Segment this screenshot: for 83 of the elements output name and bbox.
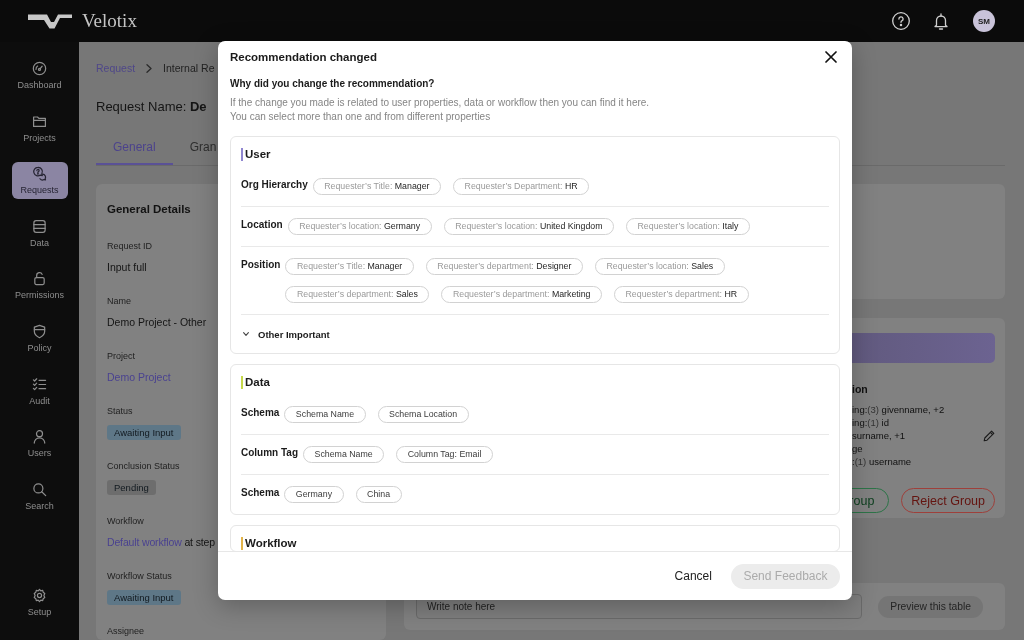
nav-item[interactable]: Requests: [11, 162, 68, 200]
avatar-button[interactable]: SM: [973, 10, 995, 32]
pencil-icon[interactable]: [983, 429, 995, 442]
filter-chip[interactable]: Schema Name: [303, 446, 385, 463]
filter-chip[interactable]: Requester’s location: United Kingdom: [443, 218, 614, 235]
filter-chip[interactable]: Requester’s location: Italy: [626, 218, 750, 235]
question-text: Why did you change the recommendation?: [230, 77, 435, 91]
section-title: Data: [245, 375, 270, 389]
status-badge: Pending: [107, 480, 156, 495]
dialog-title: Recommendation changed: [230, 50, 377, 65]
filter-chip[interactable]: Requester’s Title: Manager: [312, 178, 442, 195]
filter-chip[interactable]: Requester’s Title: Manager: [285, 258, 414, 275]
close-icon[interactable]: [825, 51, 837, 63]
expand-toggle[interactable]: Other Important: [241, 326, 330, 342]
field-label: Workflow Status: [107, 570, 172, 582]
field-label: Request ID: [107, 240, 153, 252]
nav-item[interactable]: Search: [11, 477, 68, 515]
section-title: Workflow: [245, 536, 297, 550]
bell-icon[interactable]: [934, 12, 948, 30]
card-title: General Details: [107, 202, 191, 217]
field-value: Default workflow at step: [107, 535, 215, 550]
padlock-icon: [32, 271, 47, 287]
summary-line: surname, +1: [852, 429, 906, 442]
settings-icon: [32, 588, 47, 603]
summary-line: ing:(1) id: [852, 416, 889, 429]
description-text: You can select more than one and from different properties: [230, 110, 491, 124]
field-value: Input full: [107, 260, 147, 275]
breadcrumb-current: Internal Re: [163, 61, 215, 75]
field-label: Name: [107, 295, 131, 307]
row-label: Org Hierarchy: [241, 178, 308, 192]
shield-icon: [32, 323, 47, 339]
status-badge: Awaiting Input: [107, 590, 181, 605]
filter-chip[interactable]: Requester’s Department: HR: [453, 178, 590, 195]
row-label: Column Tag: [241, 446, 299, 460]
field-label: Workflow: [107, 515, 144, 527]
row-label: Schema: [241, 486, 280, 500]
help-icon[interactable]: [892, 12, 910, 30]
filter-chip[interactable]: Germany: [284, 486, 344, 503]
nav-item[interactable]: Setup: [11, 584, 68, 621]
nav-item[interactable]: Policy: [11, 319, 68, 357]
field-label: Assignee: [107, 625, 145, 637]
nav-item[interactable]: Data: [11, 214, 68, 252]
summary-line: :(1) username: [852, 455, 912, 468]
folder-icon: [32, 113, 47, 129]
logo-text: Velotix: [82, 10, 137, 32]
row-label: Position: [241, 258, 281, 272]
section-title: User: [245, 147, 271, 161]
field-label: Conclusion Status: [107, 460, 180, 472]
nav-item[interactable]: Dashboard: [11, 57, 68, 94]
filter-chip[interactable]: Schema Location: [377, 406, 469, 423]
filter-chip[interactable]: Requester’s location: Germany: [287, 218, 432, 235]
chevron-right-icon: [146, 63, 153, 73]
filter-chip[interactable]: Requester’s department: Marketing: [441, 286, 602, 303]
speech-bubble-icon: [32, 166, 47, 182]
user-icon: [32, 429, 47, 445]
logo-icon: [28, 13, 72, 29]
nav-item[interactable]: Audit: [11, 372, 68, 410]
field-label: Status: [107, 405, 133, 417]
page-title: Request Name: De: [96, 98, 207, 116]
filter-chip[interactable]: China: [355, 486, 402, 503]
row-label: Location: [241, 218, 283, 232]
field-value: Demo Project - Other: [107, 315, 207, 330]
summary-line: ge: [852, 442, 863, 455]
row-label: Schema: [241, 406, 280, 420]
filter-chip[interactable]: Requester’s department: Sales: [285, 286, 430, 303]
nav-item[interactable]: Projects: [11, 109, 68, 147]
nav-item[interactable]: Users: [11, 425, 68, 463]
nav-item[interactable]: Permissions: [11, 267, 68, 305]
card-heading: ion: [852, 382, 868, 397]
database-icon: [32, 218, 47, 234]
summary-line: ing:(3) givenname, +2: [852, 403, 945, 416]
filter-chip[interactable]: Requester’s department: Designer: [425, 258, 583, 275]
filter-chip[interactable]: Requester’s location: Sales: [594, 258, 725, 275]
cancel-button[interactable]: Cancel: [666, 565, 720, 587]
checklist-icon: [32, 376, 47, 392]
filter-chip[interactable]: Column Tag: Email: [396, 446, 493, 463]
search-icon: [32, 481, 47, 497]
filter-chip[interactable]: Schema Name: [284, 406, 366, 423]
field-label: Project: [107, 350, 135, 362]
status-badge: Awaiting Input: [107, 425, 181, 440]
filter-chip[interactable]: Requester’s department: HR: [614, 286, 749, 303]
gauge-icon: [32, 61, 47, 76]
description-text: If the change you made is related to user properties, data or workflow then you can find it here.: [230, 96, 650, 110]
